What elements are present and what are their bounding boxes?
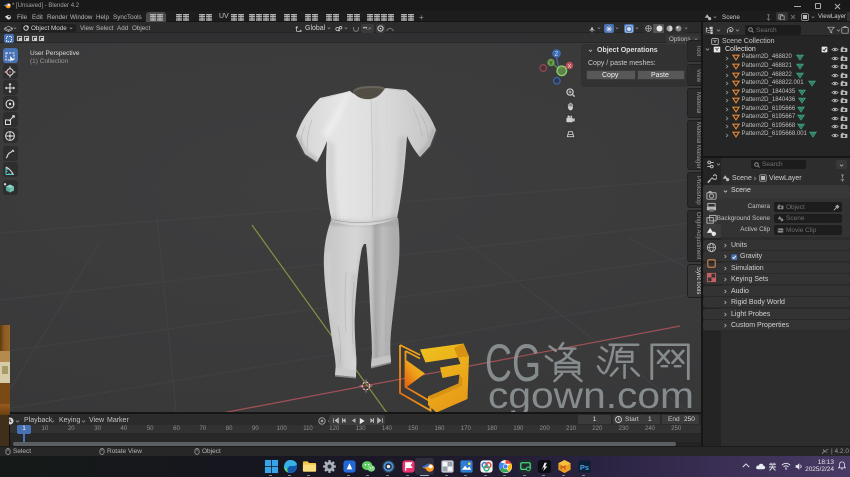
svg-text:cgown.com: cgown.com [488, 374, 694, 412]
svg-text:X: X [568, 64, 572, 70]
svg-text:Y: Y [549, 61, 553, 67]
svg-text:Ps: Ps [580, 462, 589, 471]
svg-text:Z: Z [555, 52, 559, 58]
